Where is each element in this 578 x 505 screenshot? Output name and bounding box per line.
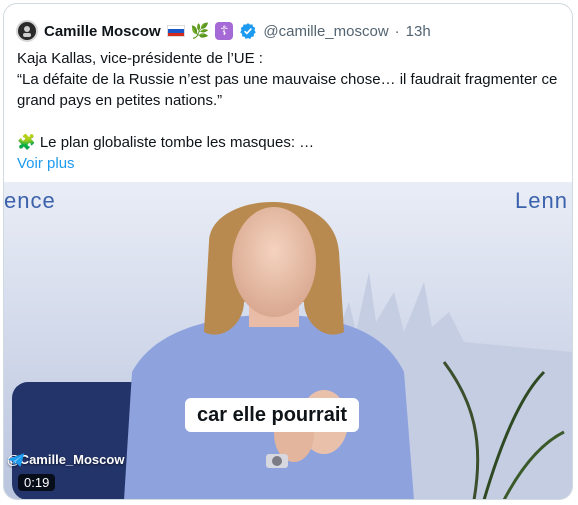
tweet-text-line: Kaja Kallas, vice-présidente de l’UE : bbox=[17, 50, 263, 67]
tweet-timestamp[interactable]: 13h bbox=[406, 23, 431, 40]
russia-flag-icon bbox=[166, 25, 185, 37]
video-duration: 0:19 bbox=[18, 474, 56, 491]
tweet-header: Camille Moscow 🌿 ☦ @camille_moscow · 13h bbox=[16, 16, 560, 46]
verified-badge-icon[interactable] bbox=[239, 22, 257, 40]
tweet-card[interactable]: Camille Moscow 🌿 ☦ @camille_moscow · 13h… bbox=[3, 3, 573, 500]
tweet-text: Kaja Kallas, vice-présidente de l’UE : “… bbox=[17, 48, 558, 174]
video-player[interactable]: ence Lenn car elle pourrait @Camille_Mos… bbox=[4, 182, 572, 499]
telegram-icon bbox=[7, 453, 25, 467]
orthodox-cross-icon: ☦ bbox=[215, 22, 234, 40]
background-watermark-right: Lenn bbox=[515, 188, 568, 213]
show-more-link[interactable]: Voir plus bbox=[17, 155, 75, 172]
author-handle[interactable]: @camille_moscow bbox=[263, 23, 388, 40]
author-avatar[interactable] bbox=[16, 20, 38, 42]
video-channel-watermark: @Camille_Moscow bbox=[7, 452, 124, 467]
separator-dot: · bbox=[394, 22, 400, 40]
author-name[interactable]: Camille Moscow bbox=[44, 23, 161, 40]
herb-badge-icon: 🌿 bbox=[190, 23, 210, 40]
tweet-text-line: “La défaite de la Russie n’est pas une m… bbox=[17, 71, 558, 109]
background-watermark-left: ence bbox=[4, 188, 56, 213]
tweet-text-line: 🧩 Le plan globaliste tombe les masques: … bbox=[17, 134, 315, 151]
avatar-icon bbox=[23, 26, 31, 37]
video-subtitle: car elle pourrait bbox=[185, 398, 360, 432]
